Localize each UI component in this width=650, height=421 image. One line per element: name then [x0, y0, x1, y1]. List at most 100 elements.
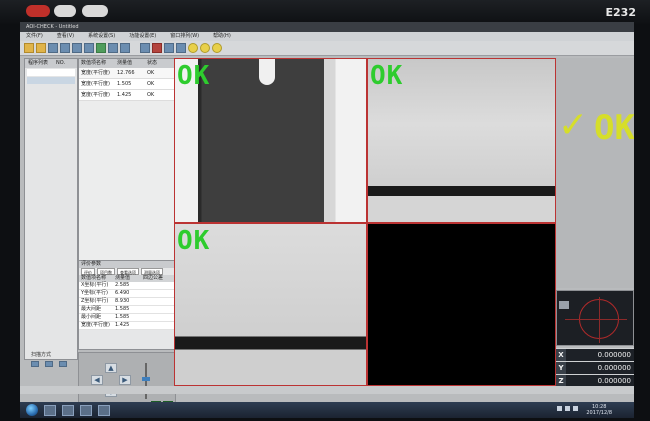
browser-icon[interactable]	[44, 404, 56, 416]
cell-status: OK	[147, 81, 155, 87]
arrow-left-icon: ◀	[94, 376, 100, 384]
column-value: 测量值	[115, 275, 131, 281]
view-1-ok-label: OK	[177, 61, 211, 91]
scan-option-icon[interactable]	[31, 361, 39, 367]
system-tray	[557, 406, 578, 411]
camera-icon[interactable]	[140, 43, 150, 53]
volume-icon[interactable]	[565, 406, 570, 411]
table-row[interactable]: 最大间距 1.585	[79, 306, 175, 314]
menu-help[interactable]: 帮助(H)	[213, 32, 231, 41]
cell-name: X坐标(平行)	[81, 282, 109, 288]
zoom-fit-icon[interactable]	[212, 43, 222, 53]
program-list-item[interactable]	[27, 69, 75, 76]
toolbar	[20, 41, 634, 56]
aoi-app-icon[interactable]	[98, 404, 110, 416]
evaluation-panel: 评价参数 评价 项目数 查看选项 测量选项 数值项名称 测量值 四边公差 X坐标…	[78, 260, 176, 350]
menu-system-settings[interactable]: 系统设置(S)	[88, 32, 115, 41]
camera-viewer: OK OK OK	[174, 58, 556, 386]
monitor-bezel: E232	[0, 0, 650, 24]
scan-option-icon[interactable]	[59, 361, 67, 367]
cell-value: 8.930	[115, 298, 130, 304]
menu-function-settings[interactable]: 功能设置(E)	[129, 32, 156, 41]
position-map[interactable]	[556, 290, 634, 346]
view-3-ok-label: OK	[177, 226, 211, 256]
cell-name: 最大间距	[81, 306, 102, 312]
app-window: AOI-CHECK - Untitled 文件(F) 查看(V) 系统设置(S)…	[20, 22, 634, 418]
camera-view-1[interactable]: OK	[174, 58, 367, 223]
cell-tolerance	[143, 298, 171, 305]
table-row[interactable]: 宽度(平行度) 1.505 OK	[79, 79, 175, 90]
zoom-in-icon[interactable]	[188, 43, 198, 53]
menu-file[interactable]: 文件(F)	[26, 32, 43, 41]
cell-tolerance	[143, 322, 171, 329]
camera-view-4[interactable]	[367, 223, 556, 386]
cell-value: 6.490	[115, 290, 130, 296]
new-file-icon[interactable]	[24, 43, 34, 53]
tab-view-options[interactable]: 查看选项	[117, 268, 139, 275]
table-row[interactable]: 最小间距 1.585	[79, 314, 175, 322]
copy-icon[interactable]	[72, 43, 82, 53]
cell-value: 1.505	[117, 81, 132, 87]
print-icon[interactable]	[60, 43, 70, 53]
flag-icon[interactable]	[573, 406, 578, 411]
settings-icon[interactable]	[120, 43, 130, 53]
app-icon[interactable]	[80, 404, 92, 416]
camera-view-2[interactable]: OK	[367, 58, 556, 223]
window-titlebar: AOI-CHECK - Untitled	[20, 22, 634, 32]
part-notch	[259, 59, 275, 85]
zoom-out-icon[interactable]	[200, 43, 210, 53]
result-panel: ✓ OK	[556, 58, 634, 288]
cell-name: 最小间距	[81, 314, 102, 320]
coordinate-readout: X 0.000000 Y 0.000000 Z 0.000000	[556, 348, 634, 388]
table-row[interactable]: 宽度(平行度) 1.425 OK	[79, 90, 175, 101]
cell-tolerance	[143, 282, 171, 289]
result-status: OK	[594, 108, 634, 148]
table-row[interactable]: 宽度(平行度) 12.766 OK	[79, 68, 175, 79]
camera-view-3[interactable]: OK	[174, 223, 367, 386]
column-name: 数值项名称	[81, 275, 107, 281]
table-row[interactable]: 宽度(平行度) 1.425	[79, 322, 175, 330]
table-row[interactable]: X坐标(平行) 2.585	[79, 282, 175, 290]
cell-tolerance	[143, 290, 171, 297]
record-icon[interactable]	[152, 43, 162, 53]
check-icon: ✓	[558, 105, 589, 146]
play-icon[interactable]	[96, 43, 106, 53]
cell-tolerance	[143, 314, 171, 321]
scan-option-icon[interactable]	[45, 361, 53, 367]
save-icon[interactable]	[48, 43, 58, 53]
menu-window[interactable]: 窗口排列(W)	[170, 32, 199, 41]
cell-value: 1.585	[115, 314, 130, 320]
arrow-up-icon: ▲	[108, 364, 114, 372]
taskbar: 10:28 2017/12/8	[20, 402, 634, 418]
program-list-panel: 程序列表 NO. 扫描方式	[24, 58, 78, 367]
menu-view[interactable]: 查看(V)	[57, 32, 74, 41]
axis-x-value: 0.000000	[566, 349, 634, 361]
cell-tolerance	[143, 306, 171, 313]
map-tool-icon[interactable]	[559, 301, 569, 309]
tab-measure-options[interactable]: 测量选项	[141, 268, 163, 275]
measurement-table-header: 数值项名称 测量值 状态	[79, 59, 175, 68]
tab-evaluation[interactable]: 评价	[81, 268, 95, 275]
network-icon[interactable]	[557, 406, 562, 411]
open-folder-icon[interactable]	[36, 43, 46, 53]
paste-icon[interactable]	[84, 43, 94, 53]
stop-icon[interactable]	[108, 43, 118, 53]
folder-icon[interactable]	[62, 404, 74, 416]
cell-name: 宽度(平行度)	[81, 70, 110, 76]
grid-icon[interactable]	[164, 43, 174, 53]
arrow-right-icon: ▶	[122, 376, 128, 384]
tab-items[interactable]: 项目数	[97, 268, 115, 275]
cell-value: 1.425	[117, 92, 132, 98]
image-icon[interactable]	[176, 43, 186, 53]
start-button-icon[interactable]	[26, 404, 38, 416]
tray-clock[interactable]: 10:28 2017/12/8	[586, 404, 612, 416]
coord-row-y: Y 0.000000	[556, 362, 634, 374]
z-slider-knob[interactable]	[142, 377, 150, 381]
table-row[interactable]: Y坐标(平行) 6.490	[79, 290, 175, 298]
evaluation-title: 评价参数	[79, 261, 175, 268]
table-row[interactable]: Z坐标(平行) 8.930	[79, 298, 175, 306]
program-list-title: 程序列表	[28, 60, 49, 66]
program-list-item-selected[interactable]	[27, 77, 75, 84]
evaluation-tabs: 评价 项目数 查看选项 测量选项	[79, 268, 175, 275]
program-list-no: NO.	[56, 60, 66, 66]
